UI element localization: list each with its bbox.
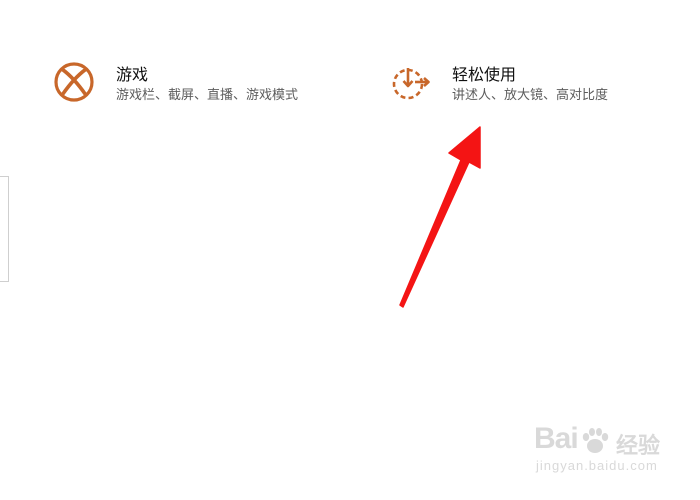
tile-ease-of-access[interactable]: 轻松使用 讲述人、放大镜、高对比度 <box>388 60 688 106</box>
ease-of-access-icon <box>392 68 430 100</box>
tile-ease-of-access-title: 轻松使用 <box>452 65 517 84</box>
watermark-brand: Bai <box>534 422 579 455</box>
tile-gaming-description: 游戏栏、截屏、直播、游戏模式 <box>116 88 299 103</box>
tile-gaming[interactable]: 游戏 游戏栏、截屏、直播、游戏模式 <box>52 60 352 106</box>
settings-page: 游戏 游戏栏、截屏、直播、游戏模式 轻松使用 讲述人、放大镜、高对比度 Bai <box>0 0 700 500</box>
watermark-url: jingyan.baidu.com <box>536 458 658 473</box>
watermark-brand-suffix: 经验 <box>616 434 661 459</box>
tile-gaming-text: 游戏 游戏栏、截屏、直播、游戏模式 <box>116 60 298 106</box>
left-panel-edge <box>0 176 9 282</box>
tile-ease-of-access-text: 轻松使用 讲述人、放大镜、高对比度 <box>452 60 608 106</box>
baidu-paw-icon <box>582 428 609 453</box>
tile-ease-of-access-description: 讲述人、放大镜、高对比度 <box>452 88 609 103</box>
tile-gaming-title: 游戏 <box>116 65 149 84</box>
xbox-icon <box>54 62 94 102</box>
baidu-jingyan-watermark: Bai 经验 jingyan.baidu.com <box>534 422 674 474</box>
